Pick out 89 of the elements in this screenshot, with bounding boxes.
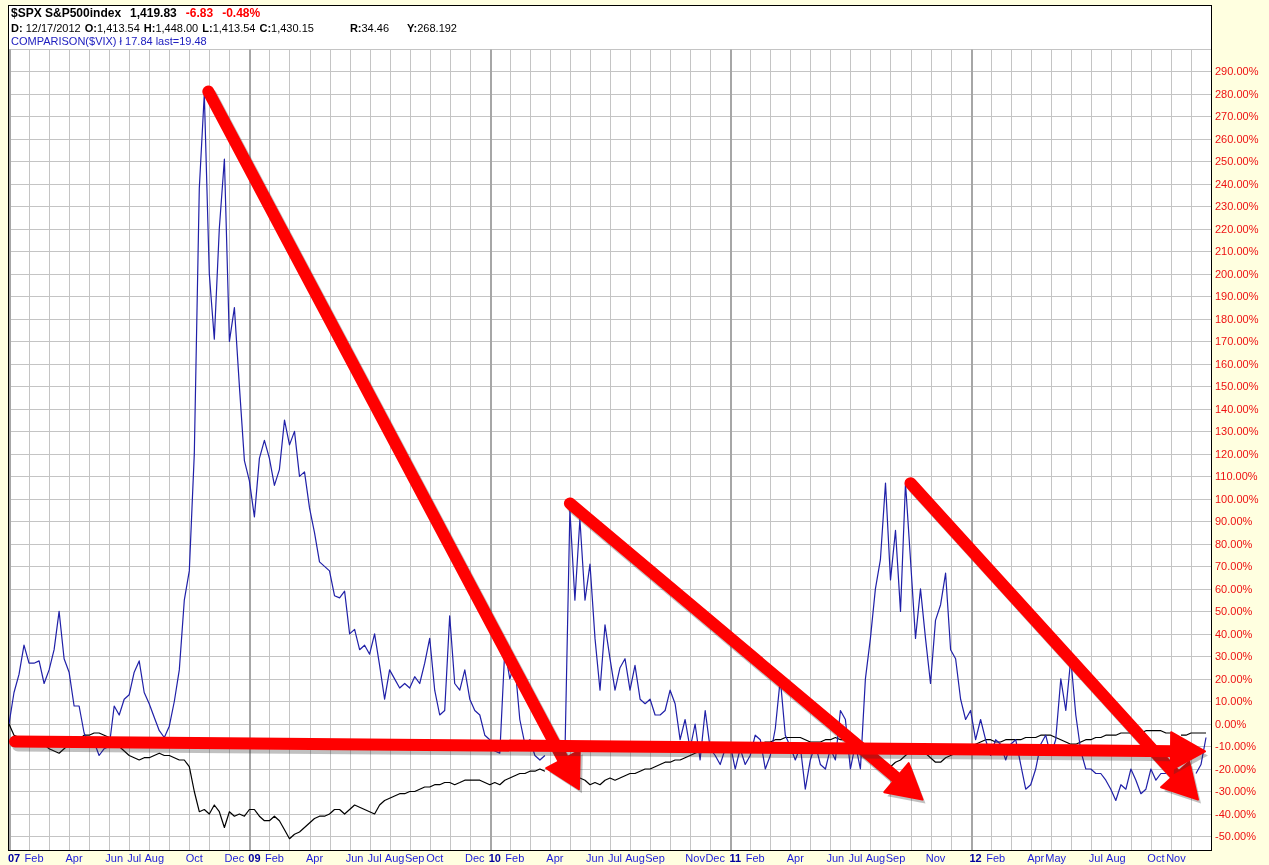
axis-label: -20.00% [1215,762,1256,776]
axis-label: 170.00% [1215,334,1259,348]
axis-label: May [1045,851,1067,865]
axis-label: 210.00% [1215,244,1259,258]
axis-label: Nov [685,851,705,865]
axis-label: Oct [185,851,203,865]
axis-label: 09 [248,851,261,865]
axis-label: Feb [24,851,44,865]
axis-label: -50.00% [1215,830,1256,843]
axis-label: Aug [384,851,405,865]
quote-text: C:1,430.15 [259,21,314,35]
axis-label: 150.00% [1215,379,1259,393]
axis-label: Jul [127,851,142,865]
quote-text: O:1,413.54 [84,21,140,35]
axis-label: Feb [505,851,525,865]
percent-change: -0.48% [222,6,261,20]
axis-label: 60.00% [1215,582,1253,596]
axis-label: Nov [1166,851,1186,865]
axis-label: Feb [986,851,1006,865]
axis-label: 10.00% [1215,694,1253,708]
axis-label: 10 [488,851,501,865]
axis-label: Sep [885,851,906,865]
axis-label: Dec [465,851,485,865]
axis-label: 180.00% [1215,312,1259,326]
axis-label: 270.00% [1215,109,1259,123]
axis-label: 280.00% [1215,87,1259,101]
axis-label: Sep [404,851,425,865]
axis-label: Jul [367,851,382,865]
axis-label: 190.00% [1215,289,1259,303]
axis-label: Oct [426,851,444,865]
axis-label: Apr [1027,851,1045,865]
axis-label: 200.00% [1215,267,1259,281]
axis-label: Jul [848,851,863,865]
axis-label: 07 [7,851,21,865]
axis-label: 90.00% [1215,514,1253,528]
ticker-name: $SPX S&P500index [11,6,122,20]
axis-label: 290.00% [1215,64,1259,78]
axis-label: Aug [1106,851,1126,865]
quote-text: H:1,448.00 [143,21,199,35]
axis-label: Dec [224,851,245,865]
axis-label: Jul [607,851,623,865]
axis-label: Sep [645,851,665,865]
axis-label: Feb [264,851,284,865]
axis-label: 250.00% [1215,154,1259,168]
axis-label: 11 [729,851,741,865]
axis-label: 230.00% [1215,199,1259,213]
axis-label: 80.00% [1215,537,1253,551]
axis-label: Aug [865,851,886,865]
axis-label: Oct [1147,851,1165,865]
axis-label: 0.00% [1215,717,1247,731]
axis-label: 30.00% [1215,649,1253,663]
price-change: -6.83 [185,6,214,20]
axis-label: 220.00% [1215,222,1259,236]
axis-label: 110.00% [1215,469,1258,483]
axis-label: 240.00% [1215,177,1259,191]
stat-text: R:34.46 [349,21,390,35]
axis-label: Feb [745,851,765,865]
axis-label: -10.00% [1215,739,1256,753]
last-price: 1,419.83 [130,6,177,20]
axis-label: Dec [705,851,725,865]
axis-label: 12 [969,851,982,865]
axis-label: Jun [105,851,124,865]
axis-label: Jun [345,851,364,865]
axis-label: 140.00% [1215,402,1259,416]
axis-label: Jun [586,851,604,865]
axis-label: Jul [1088,851,1103,865]
axis-label: Nov [925,851,946,865]
axis-label: 40.00% [1215,627,1253,641]
axis-label: 50.00% [1215,604,1253,618]
axis-label: 120.00% [1215,447,1259,461]
quote-text: L:1,413.54 [202,21,256,35]
axis-label: Jun [826,851,845,865]
axis-label: Apr [305,851,324,865]
axis-label: 130.00% [1215,424,1259,438]
axis-label: Aug [625,851,645,865]
axis-label: Aug [144,851,164,865]
axis-label: 20.00% [1215,672,1253,686]
axis-label: 70.00% [1215,559,1253,573]
comparison-legend: COMPARISON($VIX) ł 17.84 last=19.48 [11,35,207,48]
axis-label: 160.00% [1215,357,1259,371]
axis-label: Apr [546,851,564,865]
axis-label: -40.00% [1215,807,1256,821]
quote-text: D: 12/17/2012 [11,21,81,35]
axis-label: 100.00% [1215,492,1259,506]
axis-label: 260.00% [1215,132,1259,146]
axis-label: Apr [65,851,83,865]
axis-label: -30.00% [1215,784,1256,798]
axis-label: Apr [786,851,804,865]
stat-text: Y:268.192 [407,21,457,35]
